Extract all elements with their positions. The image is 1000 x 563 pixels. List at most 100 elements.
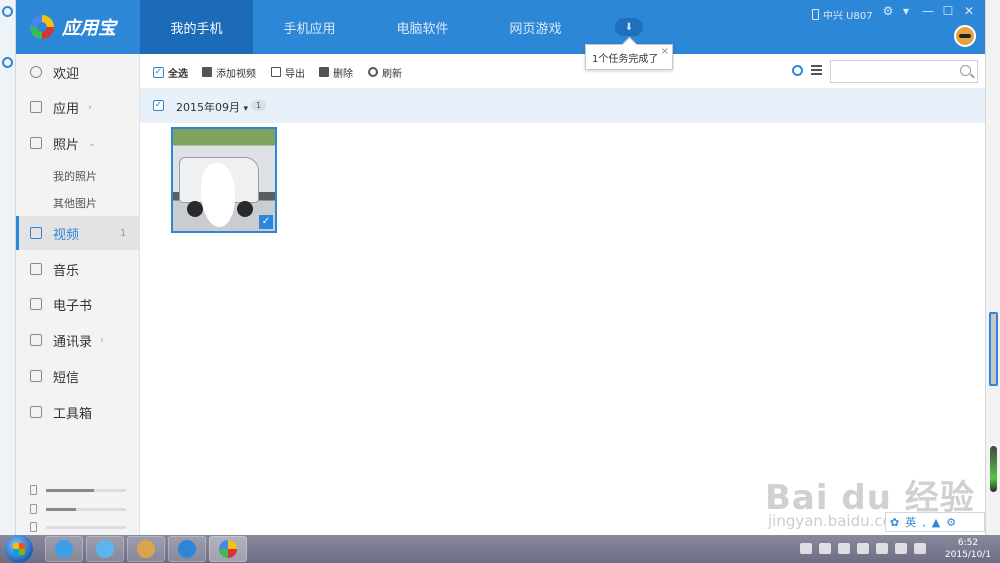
ime-settings-icon[interactable]: ⚙ bbox=[946, 516, 956, 529]
taskbar-clock[interactable]: 6:52 2015/10/1 bbox=[938, 537, 998, 561]
refresh-button[interactable]: 刷新 bbox=[368, 65, 402, 80]
list-view-button[interactable] bbox=[811, 65, 822, 75]
shield-icon bbox=[178, 540, 196, 558]
ime-toolbar[interactable]: ✿ 英 , ▲ ⚙ bbox=[885, 512, 985, 532]
sidebar-item-label: 工具箱 bbox=[53, 406, 93, 422]
video-icon bbox=[30, 227, 42, 239]
refresh-label: 刷新 bbox=[382, 68, 402, 80]
sidebar-item-photos[interactable]: 照片 ⌄ bbox=[16, 126, 140, 160]
taskbar-paint[interactable] bbox=[127, 536, 165, 562]
sidebar-subitem-my-photos[interactable]: 我的照片 bbox=[53, 168, 97, 184]
taskbar-cloud-app[interactable] bbox=[86, 536, 124, 562]
tab-phone-apps[interactable]: 手机应用 bbox=[253, 0, 366, 54]
storage-fill bbox=[46, 508, 77, 511]
sidebar-item-label: 视频 bbox=[53, 227, 80, 243]
storage-bar bbox=[30, 485, 126, 495]
video-thumbnail[interactable]: ✓ bbox=[171, 127, 277, 233]
clock-date: 2015/10/1 bbox=[944, 550, 992, 560]
system-tray bbox=[800, 543, 926, 554]
storage-bar bbox=[30, 522, 126, 532]
tab-pc-software[interactable]: 电脑软件 bbox=[366, 0, 479, 54]
group-date[interactable]: 2015年09月 ▾ bbox=[176, 99, 248, 115]
device-info[interactable]: 中兴 U807 bbox=[812, 7, 873, 22]
group-count-badge: 1 bbox=[251, 100, 266, 111]
device-name: 中兴 U807 bbox=[823, 11, 873, 22]
tray-icon[interactable] bbox=[819, 543, 831, 554]
sidebar-item-label: 音乐 bbox=[53, 263, 80, 279]
sidebar-item-music[interactable]: 音乐 bbox=[16, 252, 140, 286]
chevron-right-icon: › bbox=[100, 334, 104, 346]
group-checkbox[interactable]: ✓ bbox=[153, 100, 164, 111]
video-count: 1 bbox=[120, 227, 127, 239]
taskbar-ie[interactable] bbox=[45, 536, 83, 562]
ime-language[interactable]: 英 bbox=[905, 514, 916, 530]
chevron-right-icon: › bbox=[88, 101, 92, 113]
checkbox-checked-icon[interactable]: ✓ bbox=[153, 66, 164, 78]
cloud-icon bbox=[96, 540, 114, 558]
top-bar: 应用宝 我的手机 手机应用 电脑软件 网页游戏 ⬇ 中兴 U807 ⚙ ▾ — … bbox=[16, 0, 985, 54]
browser-left-edge bbox=[0, 0, 16, 535]
music-icon bbox=[30, 263, 42, 275]
start-button[interactable] bbox=[5, 535, 33, 563]
tab-my-phone[interactable]: 我的手机 bbox=[140, 0, 253, 54]
minimize-button[interactable]: — bbox=[920, 4, 936, 18]
user-avatar[interactable] bbox=[954, 25, 976, 47]
sidebar-item-apps[interactable]: 应用 › bbox=[16, 90, 140, 124]
select-all-button[interactable]: ✓ 全选 bbox=[153, 65, 188, 80]
tab-web-games[interactable]: 网页游戏 bbox=[479, 0, 592, 54]
group-date-label: 2015年09月 bbox=[176, 101, 240, 114]
add-video-button[interactable]: 添加视频 bbox=[202, 65, 256, 80]
app-store-icon bbox=[219, 540, 237, 558]
tray-icon[interactable] bbox=[838, 543, 850, 554]
ime-logo-icon: ✿ bbox=[890, 515, 900, 529]
phone-icon bbox=[812, 9, 819, 20]
download-manager-button[interactable]: ⬇ bbox=[615, 18, 643, 36]
sidebar-item-label: 欢迎 bbox=[53, 66, 80, 82]
taskbar-yingyongbao[interactable] bbox=[209, 536, 247, 562]
close-button[interactable]: ✕ bbox=[961, 4, 977, 18]
thumbnail-wheel bbox=[187, 201, 203, 217]
toolbox-icon bbox=[30, 406, 42, 418]
sidebar-item-welcome[interactable]: 欢迎 bbox=[16, 55, 140, 89]
trash-icon bbox=[319, 67, 329, 77]
ebook-icon bbox=[30, 298, 42, 310]
selected-check-icon[interactable]: ✓ bbox=[259, 215, 273, 229]
ime-skin-icon[interactable]: ▲ bbox=[932, 516, 940, 529]
tray-icon[interactable] bbox=[800, 543, 812, 554]
settings-icon[interactable]: ⚙ bbox=[880, 4, 896, 18]
ime-punctuation-icon[interactable]: , bbox=[922, 516, 926, 529]
delete-button[interactable]: 删除 bbox=[319, 65, 353, 80]
task-complete-tooltip: 1个任务完成了 × bbox=[585, 44, 673, 70]
timeline-view-button[interactable] bbox=[792, 65, 803, 76]
ie-icon bbox=[55, 540, 73, 558]
export-icon bbox=[271, 67, 281, 77]
tooltip-close-icon[interactable]: × bbox=[661, 46, 669, 57]
menu-dropdown-icon[interactable]: ▾ bbox=[898, 4, 914, 18]
sidebar-item-contacts[interactable]: 通讯录 › bbox=[16, 323, 140, 357]
search-icon[interactable] bbox=[960, 65, 971, 76]
browser-scrollbar[interactable] bbox=[985, 0, 1000, 535]
volume-icon[interactable] bbox=[914, 543, 926, 554]
list-icon bbox=[811, 65, 822, 75]
refresh-icon bbox=[368, 67, 378, 77]
sidebar-item-videos[interactable]: 视频 1 bbox=[16, 216, 140, 250]
tray-icon[interactable] bbox=[876, 543, 888, 554]
sidebar-item-ebooks[interactable]: 电子书 bbox=[16, 287, 140, 321]
maximize-button[interactable]: ☐ bbox=[940, 4, 956, 18]
storage-bar bbox=[30, 504, 126, 514]
windows-taskbar: 6:52 2015/10/1 bbox=[0, 535, 1000, 563]
sidebar-subitem-other-pictures[interactable]: 其他图片 bbox=[53, 195, 97, 211]
tray-icon[interactable] bbox=[857, 543, 869, 554]
search-input[interactable] bbox=[830, 60, 978, 83]
sidebar-item-label: 照片 bbox=[53, 137, 80, 153]
sidebar-item-toolbox[interactable]: 工具箱 bbox=[16, 395, 140, 429]
taskbar-security[interactable] bbox=[168, 536, 206, 562]
photo-icon bbox=[30, 137, 42, 149]
caret-down-icon: ▾ bbox=[243, 104, 249, 114]
network-icon[interactable] bbox=[895, 543, 907, 554]
export-button[interactable]: 导出 bbox=[271, 65, 305, 80]
scrollbar-thumb[interactable] bbox=[989, 312, 998, 386]
sidebar-item-sms[interactable]: 短信 bbox=[16, 359, 140, 393]
clock-icon bbox=[792, 65, 803, 76]
play-icon[interactable] bbox=[220, 173, 232, 189]
